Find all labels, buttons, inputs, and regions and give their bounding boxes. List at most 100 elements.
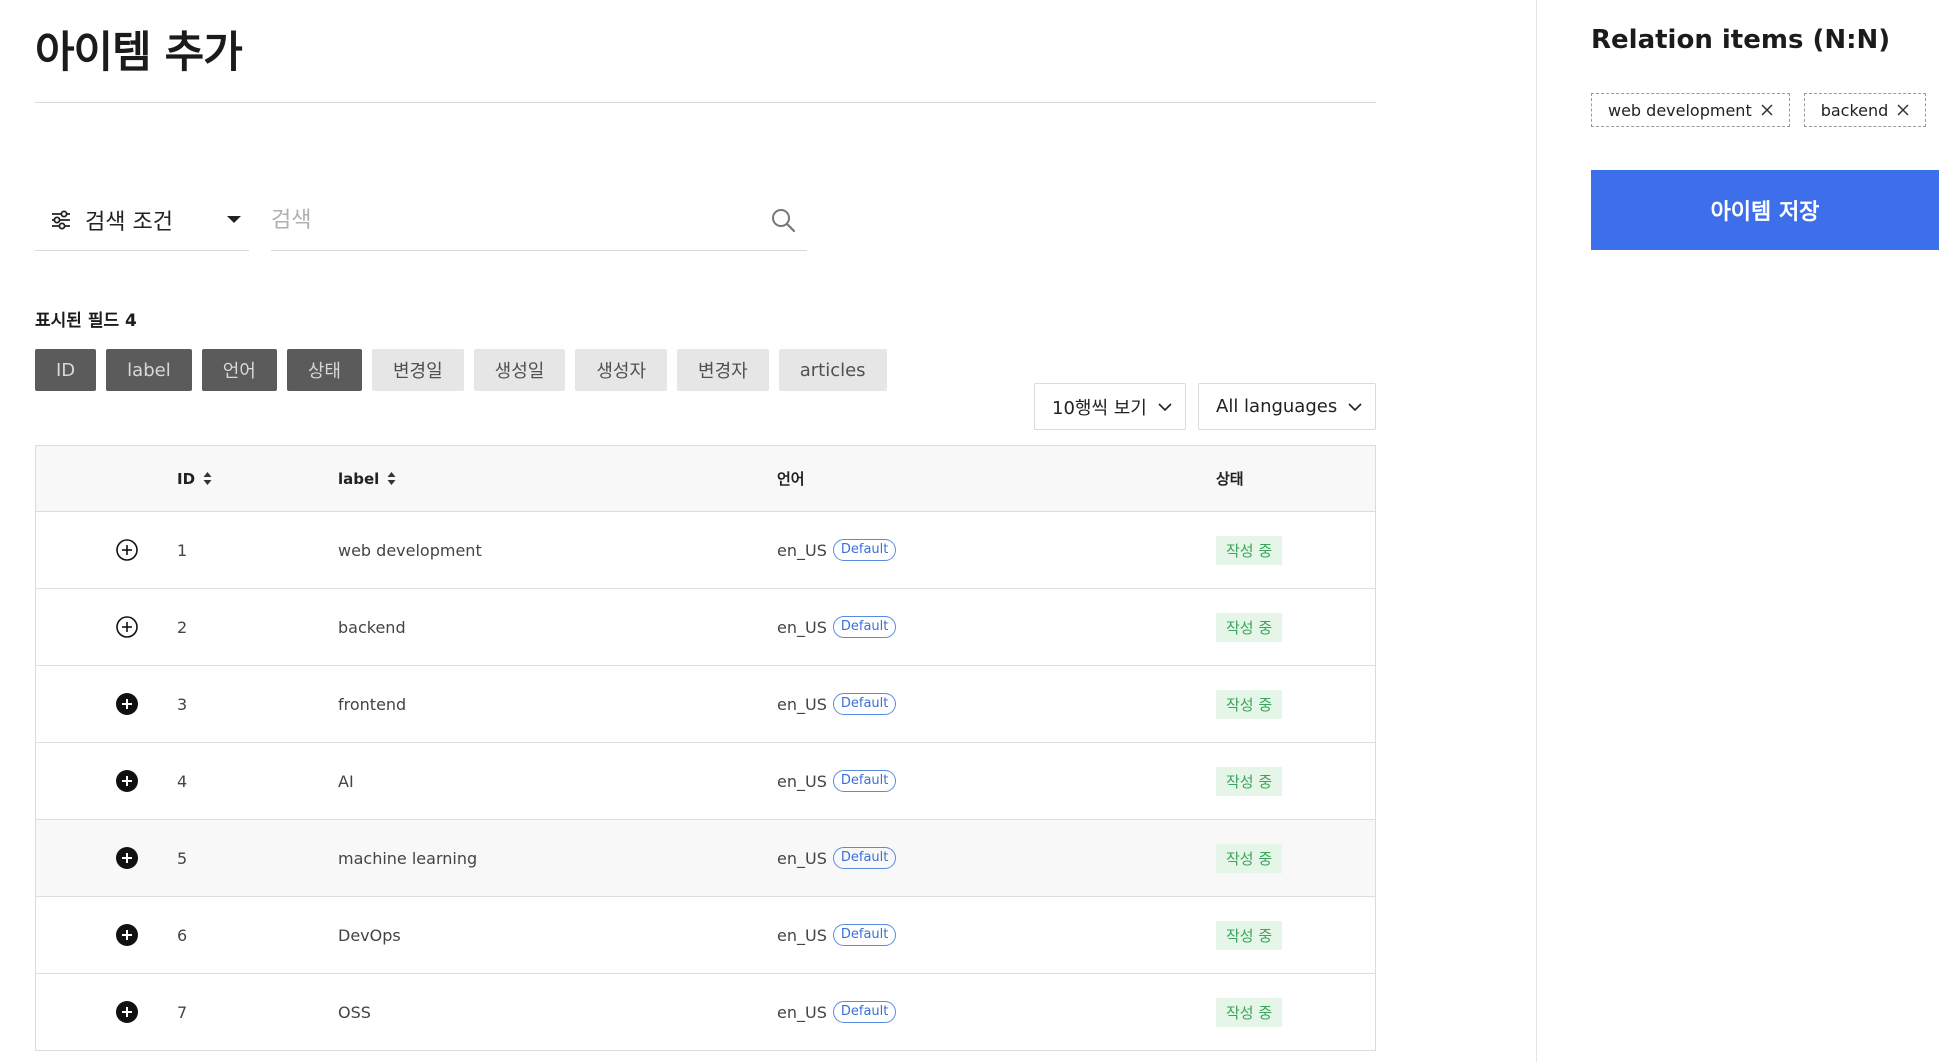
relation-tag: web development [1591,93,1790,127]
row-status: 작성 중 [1216,743,1283,819]
row-id: 7 [177,1002,188,1022]
row-language: en_US Default [777,974,897,1050]
row-label: web development [338,540,482,560]
language-code: en_US [777,694,827,714]
row-label: AI [338,771,354,791]
status-badge: 작성 중 [1216,766,1283,796]
row-id: 5 [177,848,188,868]
row-language: en_US Default [777,512,897,588]
language-code: en_US [777,1002,827,1022]
status-badge: 작성 중 [1216,689,1283,719]
status-badge: 작성 중 [1216,612,1283,642]
sliders-icon [52,210,70,230]
row-label: machine learning [338,848,478,868]
row-id: 1 [177,540,188,560]
add-circle-filled-icon[interactable] [115,1000,139,1024]
column-header-id-label: ID [177,469,196,488]
search-condition-dropdown[interactable]: 검색 조건 [35,190,249,251]
search-icon[interactable] [769,206,797,234]
main-panel: 아이템 추가 검색 조건 표시된 필드 4 ID label 언어 상태 변경일… [0,0,1537,1062]
row-id: 6 [177,925,188,945]
default-badge: Default [832,1000,897,1024]
close-icon[interactable] [1897,104,1909,116]
column-header-label[interactable]: label [338,446,396,511]
sort-icon [203,472,212,485]
row-status: 작성 중 [1216,820,1283,896]
page-title: 아이템 추가 [35,28,243,78]
search-input[interactable] [271,200,751,240]
relation-tag: backend [1803,93,1927,127]
field-chip-language[interactable]: 언어 [201,349,277,391]
close-icon[interactable] [1761,104,1773,116]
default-badge: Default [832,769,897,793]
default-badge: Default [832,846,897,870]
table-header: ID label 언어 상태 [36,446,1375,512]
row-language: en_US Default [777,666,897,742]
relation-tag-label: web development [1608,100,1752,120]
relation-tag-label: backend [1820,100,1889,120]
items-table: ID label 언어 상태 1 web development en_US De… [35,445,1376,1051]
default-badge: Default [832,538,897,562]
status-badge: 작성 중 [1216,920,1283,950]
title-divider [35,102,1376,103]
field-chips: ID label 언어 상태 변경일 생성일 생성자 변경자 articles [35,349,887,391]
row-status: 작성 중 [1216,666,1283,742]
field-chip-creator[interactable]: 생성자 [575,349,668,391]
row-id: 3 [177,694,188,714]
table-row: 3 frontend en_US Default 작성 중 [36,666,1375,743]
table-row: 7 OSS en_US Default 작성 중 [36,974,1375,1050]
add-circle-outline-icon[interactable] [115,615,139,639]
add-circle-filled-icon[interactable] [115,692,139,716]
displayed-fields-heading: 표시된 필드 4 [35,311,137,331]
relation-items-title: Relation items (N:N) [1591,25,1891,55]
default-badge: Default [832,692,897,716]
sort-icon [387,472,396,485]
row-id: 2 [177,617,188,637]
row-language: en_US Default [777,743,897,819]
rows-per-page-value: 10행씩 보기 [1052,397,1147,419]
table-row: 6 DevOps en_US Default 작성 중 [36,897,1375,974]
field-chip-created-date[interactable]: 생성일 [473,349,566,391]
language-value: All languages [1216,396,1338,417]
row-language: en_US Default [777,820,897,896]
language-code: en_US [777,771,827,791]
language-code: en_US [777,617,827,637]
field-chip-articles[interactable]: articles [778,349,887,391]
chevron-down-icon [1158,402,1172,411]
row-status: 작성 중 [1216,974,1283,1050]
row-label: backend [338,617,406,637]
relation-tags: web development backend [1591,93,1927,127]
chevron-down-icon [1348,402,1362,411]
add-circle-filled-icon[interactable] [115,846,139,870]
row-status: 작성 중 [1216,897,1283,973]
add-circle-filled-icon[interactable] [115,769,139,793]
column-header-id[interactable]: ID [177,446,212,511]
add-circle-outline-icon[interactable] [115,538,139,562]
field-chip-updated-date[interactable]: 변경일 [371,349,464,391]
row-language: en_US Default [777,897,897,973]
row-label: DevOps [338,925,401,945]
caret-down-icon [227,216,241,223]
add-circle-filled-icon[interactable] [115,923,139,947]
table-row: 4 AI en_US Default 작성 중 [36,743,1375,820]
language-code: en_US [777,925,827,945]
table-row: 1 web development en_US Default 작성 중 [36,512,1375,589]
column-header-language: 언어 [777,470,805,488]
rows-per-page-select[interactable]: 10행씩 보기 [1034,383,1186,430]
language-code: en_US [777,848,827,868]
save-item-button[interactable]: 아이템 저장 [1591,170,1939,250]
default-badge: Default [832,923,897,947]
field-chip-label[interactable]: label [106,349,192,391]
row-label: frontend [338,694,407,714]
row-language: en_US Default [777,589,897,665]
field-chip-id[interactable]: ID [35,349,97,391]
default-badge: Default [832,615,897,639]
field-chip-updater[interactable]: 변경자 [677,349,769,391]
table-row: 2 backend en_US Default 작성 중 [36,589,1375,666]
language-select[interactable]: All languages [1198,383,1376,430]
column-header-label-label: label [338,469,380,488]
row-label: OSS [338,1002,371,1022]
field-chip-status[interactable]: 상태 [286,349,362,391]
status-badge: 작성 중 [1216,843,1283,873]
search-box [271,190,807,251]
